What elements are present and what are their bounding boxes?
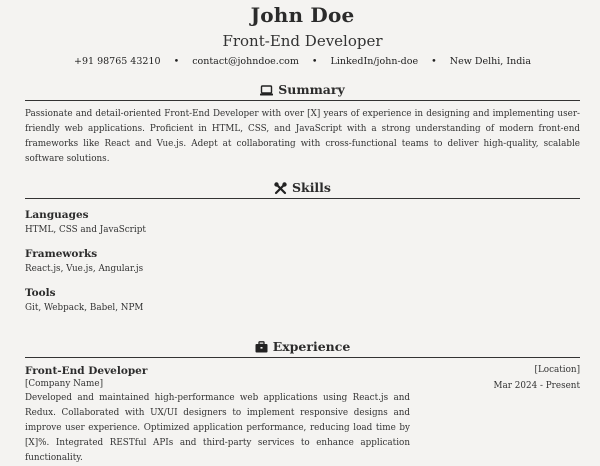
separator-dot: • <box>311 56 318 67</box>
experience-heading: Experience <box>25 339 580 355</box>
briefcase-icon <box>255 341 268 353</box>
summary-heading: Summary <box>25 82 580 98</box>
divider <box>25 198 580 199</box>
summary-text: Passionate and detail-oriented Front-End… <box>25 109 580 164</box>
phone-text: +91 98765 43210 <box>74 56 161 67</box>
candidate-role: Front-End Developer <box>222 32 383 50</box>
job-entry: Front-End Developer [Company Name] Devel… <box>25 364 580 466</box>
experience-section: Experience Front-End Developer [Company … <box>25 339 580 466</box>
email-link[interactable]: contact@johndoe.com <box>192 56 299 67</box>
linkedin-link[interactable]: LinkedIn/john-doe <box>331 56 419 67</box>
job-location: [Location] <box>534 365 580 375</box>
skills-section: Skills Languages HTML, CSS and JavaScrip… <box>25 180 580 315</box>
divider <box>25 357 580 358</box>
job-meta: [Location] Mar 2024 - Present <box>494 364 580 466</box>
contact-line: +91 98765 43210 • contact@johndoe.com • … <box>25 56 580 68</box>
skill-group-items: React.js, Vue.js, Angular.js <box>25 264 144 274</box>
location-text: New Delhi, India <box>449 56 531 67</box>
skill-group-title: Languages <box>25 209 89 221</box>
separator-dot: • <box>431 56 437 67</box>
resume: John Doe Front-End Developer +91 98765 4… <box>25 0 580 466</box>
skills-title: Skills <box>292 180 331 195</box>
skill-group-title: Frameworks <box>25 248 98 260</box>
skill-group: Frameworks React.js, Vue.js, Angular.js <box>25 247 580 276</box>
skills-heading: Skills <box>25 180 580 196</box>
job-details: Front-End Developer [Company Name] Devel… <box>25 364 410 466</box>
skill-group-items: Git, Webpack, Babel, NPM <box>25 303 144 313</box>
job-dates: Mar 2024 - Present <box>493 381 580 391</box>
skill-group: Tools Git, Webpack, Babel, NPM <box>25 286 580 315</box>
skill-group-items: HTML, CSS and JavaScript <box>25 225 146 235</box>
tools-icon <box>274 181 287 195</box>
job-title: Front-End Developer <box>25 365 148 377</box>
divider <box>25 100 580 101</box>
summary-section: Summary Passionate and detail-oriented F… <box>25 82 580 167</box>
experience-title: Experience <box>272 339 351 354</box>
separator-dot: • <box>173 56 180 67</box>
job-company: [Company Name] <box>25 379 104 389</box>
laptop-icon <box>260 84 274 96</box>
summary-title: Summary <box>278 82 345 97</box>
candidate-name: John Doe <box>250 3 355 27</box>
skill-group: Languages HTML, CSS and JavaScript <box>25 208 580 237</box>
job-description: Developed and maintained high-performanc… <box>25 393 410 463</box>
skill-group-title: Tools <box>25 287 56 299</box>
